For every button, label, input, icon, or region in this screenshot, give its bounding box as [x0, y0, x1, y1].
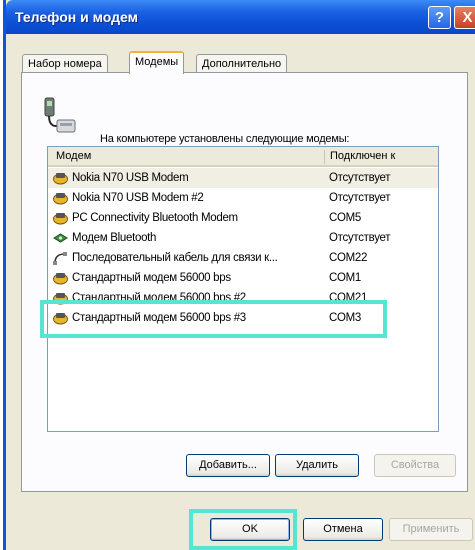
modem-port: Отсутствует: [329, 232, 391, 244]
table-row[interactable]: Стандартный модем 56000 bps #2 COM21: [48, 288, 438, 308]
modem-name: Стандартный модем 56000 bps: [72, 272, 231, 284]
add-button[interactable]: Добавить...: [186, 454, 270, 477]
table-row[interactable]: Nokia N70 USB Modem Отсутствует: [48, 168, 438, 188]
modem-port: COM5: [329, 212, 362, 224]
modem-name: Модем Bluetooth: [72, 232, 157, 244]
phone-modem-icon: [44, 97, 76, 133]
tab-modems[interactable]: Модемы: [129, 51, 185, 74]
serial-cable-icon: [53, 252, 67, 265]
column-divider[interactable]: [324, 150, 325, 164]
remove-button[interactable]: Удалить: [275, 454, 359, 477]
modem-name: Nokia N70 USB Modem: [72, 172, 189, 184]
cancel-button[interactable]: Отмена: [303, 518, 383, 541]
table-row[interactable]: Последовательный кабель для связи к... C…: [48, 248, 438, 268]
modem-icon: [53, 193, 68, 205]
table-row[interactable]: Стандартный модем 56000 bps #3 COM3: [48, 308, 438, 328]
modem-name: Nokia N70 USB Modem #2: [72, 192, 204, 204]
window-title: Телефон и модем: [15, 9, 138, 25]
modem-name: Последовательный кабель для связи к...: [72, 252, 278, 264]
modem-port: COM21: [329, 292, 368, 304]
column-header-modem[interactable]: Модем: [56, 147, 91, 166]
table-row[interactable]: PC Connectivity Bluetooth Modem COM5: [48, 208, 438, 228]
modem-icon: [53, 313, 68, 325]
modem-port: COM22: [329, 252, 368, 264]
help-button[interactable]: ?: [428, 6, 451, 29]
tab-advanced[interactable]: Дополнительно: [196, 54, 288, 73]
title-bar[interactable]: Телефон и модем ? X: [6, 0, 475, 34]
intro-text: На компьютере установлены следующие моде…: [100, 133, 350, 145]
modem-port: Отсутствует: [329, 192, 391, 204]
modem-port: COM1: [329, 272, 362, 284]
table-row[interactable]: Модем Bluetooth Отсутствует: [48, 228, 438, 248]
modem-icon: [53, 213, 68, 225]
phone-modem-dialog: Телефон и модем ? X Набор номера Модемы …: [3, 0, 475, 550]
modem-name: Стандартный модем 56000 bps #3: [72, 312, 246, 324]
modem-list[interactable]: Модем Подключен к Nokia N70 USB Modem От…: [47, 146, 439, 432]
list-header: Модем Подключен к: [48, 147, 438, 167]
apply-button[interactable]: Применить: [389, 518, 473, 541]
modem-icon: [53, 273, 68, 285]
modem-icon: [53, 173, 68, 185]
ok-button[interactable]: OK: [210, 518, 290, 541]
modem-icon: [53, 293, 68, 305]
modem-name: Стандартный модем 56000 bps #2: [72, 292, 246, 304]
properties-button[interactable]: Свойства: [374, 454, 456, 477]
tab-dialing[interactable]: Набор номера: [22, 54, 108, 73]
close-button[interactable]: X: [454, 6, 475, 29]
modem-port: COM3: [329, 312, 362, 324]
column-header-port[interactable]: Подключен к: [330, 147, 395, 166]
table-row[interactable]: Nokia N70 USB Modem #2 Отсутствует: [48, 188, 438, 208]
modem-name: PC Connectivity Bluetooth Modem: [72, 212, 238, 224]
modem-port: Отсутствует: [329, 172, 391, 184]
table-row[interactable]: Стандартный модем 56000 bps COM1: [48, 268, 438, 288]
bluetooth-modem-icon: [53, 233, 68, 243]
